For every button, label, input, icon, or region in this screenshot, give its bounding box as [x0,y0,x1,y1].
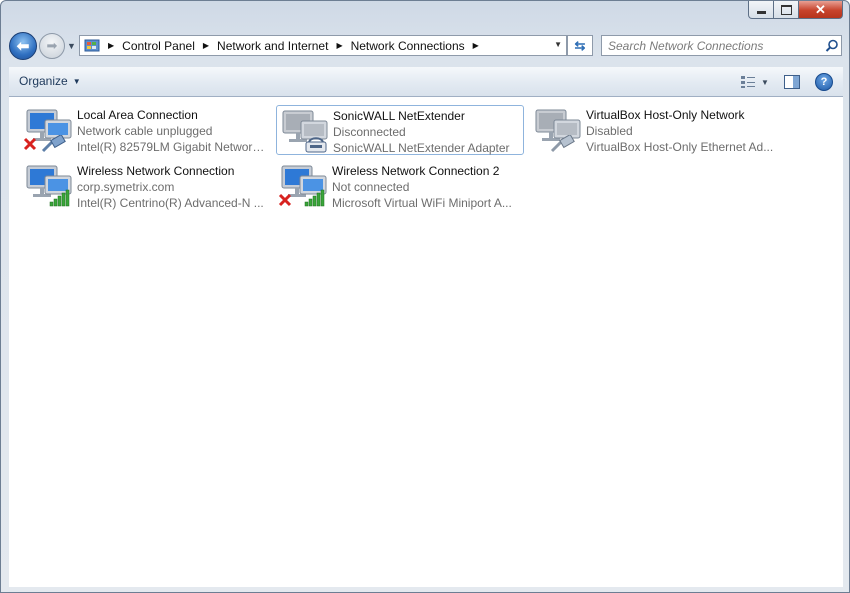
connection-adapter: Intel(R) Centrino(R) Advanced-N ... [77,196,264,210]
connection-status: corp.symetrix.com [77,180,175,194]
command-bar: Organize ▼ ▼ ? [9,67,843,97]
navigation-buttons: ⬅ ➡ ▼ [9,31,76,61]
connection-status: Disabled [586,124,633,138]
connection-adapter: Microsoft Virtual WiFi Miniport A... [332,196,512,210]
list-item[interactable]: Wireless Network Connection 2 Not connec… [276,161,524,211]
connection-adapter: Intel(R) 82579LM Gigabit Network... [77,140,267,154]
connection-adapter: VirtualBox Host-Only Ethernet Ad... [586,140,774,154]
close-icon: ✕ [815,1,826,17]
connection-status: Disconnected [333,125,406,139]
minimize-button[interactable] [748,1,774,19]
breadcrumb-separator[interactable]: ▶ [336,41,342,50]
more-options-dropdown[interactable]: ▼ [759,72,771,92]
help-icon: ? [815,73,833,91]
address-bar[interactable]: ▶ Control Panel ▶ Network and Internet ▶… [79,35,567,56]
connection-name: Wireless Network Connection [77,164,235,178]
connection-name: SonicWALL NetExtender [333,109,465,123]
disconnected-x-icon [278,193,292,210]
ethernet-cable-icon [550,133,576,156]
help-button[interactable]: ? [813,72,835,92]
back-arrow-icon: ⬅ [16,38,30,55]
connections-list: Local Area Connection Network cable unpl… [9,97,843,587]
explorer-window: ✕ ⬅ ➡ ▼ ▶ Control Panel ▶ Network and In… [0,0,850,593]
breadcrumb-control-panel[interactable]: Control Panel [122,39,195,53]
connection-name: Wireless Network Connection 2 [332,164,500,178]
minimize-icon [756,11,766,14]
refresh-button[interactable]: ⇆ [567,35,593,56]
search-box [601,35,842,56]
breadcrumb: Control Panel ▶ Network and Internet ▶ N… [122,39,487,53]
breadcrumb-network-and-internet[interactable]: Network and Internet [217,39,328,53]
wifi-signal-icon [304,189,326,210]
disconnected-x-icon [23,137,37,154]
breadcrumb-separator[interactable]: ▶ [108,41,114,50]
organize-label: Organize [19,74,68,88]
breadcrumb-separator[interactable]: ▶ [203,41,209,50]
list-item[interactable]: VirtualBox Host-Only Network Disabled Vi… [530,105,778,155]
connection-status: Not connected [332,180,410,194]
control-panel-icon [84,38,100,54]
modem-icon [305,136,327,157]
refresh-icon: ⇆ [574,37,586,53]
list-item[interactable]: Local Area Connection Network cable unpl… [21,105,269,155]
item-text: Local Area Connection Network cable unpl… [77,107,267,155]
list-item[interactable]: SonicWALL NetExtender Disconnected Sonic… [276,105,524,155]
breadcrumb-separator[interactable]: ▶ [473,41,479,50]
forward-arrow-icon: ➡ [46,38,58,53]
forward-button[interactable]: ➡ [39,33,65,59]
close-button[interactable]: ✕ [799,1,843,19]
ethernet-cable-icon [41,133,67,156]
item-text: VirtualBox Host-Only Network Disabled Vi… [586,107,776,155]
address-history-dropdown[interactable]: ▼ [554,40,562,49]
toolbar-right: ▼ ? [727,72,835,92]
back-button[interactable]: ⬅ [9,32,37,60]
item-text: SonicWALL NetExtender Disconnected Sonic… [333,108,523,156]
connection-name: Local Area Connection [77,108,198,122]
breadcrumb-network-connections[interactable]: Network Connections [351,39,465,53]
preview-pane-button[interactable] [781,72,803,92]
chevron-down-icon: ▼ [72,76,81,86]
connection-status: Network cable unplugged [77,124,213,138]
preview-pane-icon [784,75,800,89]
connection-name: VirtualBox Host-Only Network [586,108,745,122]
maximize-icon [780,4,792,15]
maximize-button[interactable] [774,1,799,19]
change-view-button[interactable] [737,72,759,92]
item-text: Wireless Network Connection 2 Not connec… [332,163,522,211]
search-icon[interactable] [823,39,841,53]
item-text: Wireless Network Connection corp.symetri… [77,163,267,211]
connection-adapter: SonicWALL NetExtender Adapter [333,141,510,155]
organize-menu[interactable]: Organize ▼ [19,74,81,88]
list-item[interactable]: Wireless Network Connection corp.symetri… [21,161,269,211]
caption-buttons: ✕ [748,1,843,19]
search-input[interactable] [602,37,823,54]
view-options-icon [741,76,755,88]
recent-pages-dropdown[interactable]: ▼ [67,41,76,51]
wifi-signal-icon [49,189,71,210]
